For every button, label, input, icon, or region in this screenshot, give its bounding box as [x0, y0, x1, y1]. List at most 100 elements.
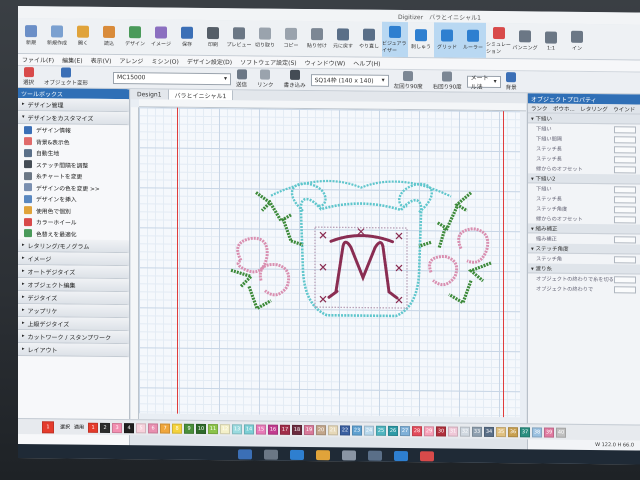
embroidery-design[interactable] — [131, 99, 526, 423]
color-swatch-17[interactable]: 17 — [280, 424, 291, 435]
link-button[interactable]: リンク — [257, 69, 274, 89]
send-button[interactable]: 送信 — [236, 69, 247, 88]
ribbon-button-4[interactable]: デザイン — [122, 19, 148, 54]
toolbox-section-8[interactable]: ▸ レイアウト — [18, 343, 129, 358]
color-swatch-11[interactable]: 11 — [208, 423, 219, 434]
menu-item-5[interactable]: デザイン設定(D) — [187, 57, 232, 66]
color-swatch-29[interactable]: 29 — [424, 425, 435, 436]
color-swatch-2[interactable]: 2 — [100, 422, 111, 433]
toolbox-section-top-1[interactable]: ▾ デザインをカスタマイズ — [18, 111, 129, 126]
file-explorer-icon[interactable] — [316, 450, 330, 461]
property-field[interactable] — [614, 165, 636, 173]
toolbox-section-7[interactable]: ▸ カットワーク / スタンプワーク — [18, 330, 129, 345]
property-field[interactable] — [614, 255, 636, 263]
color-swatch-1[interactable]: 1 — [88, 422, 99, 433]
store-icon[interactable] — [342, 450, 356, 461]
color-swatch-31[interactable]: 31 — [448, 426, 459, 437]
background-button[interactable]: 背景 — [506, 72, 517, 91]
color-swatch-30[interactable]: 30 — [436, 425, 447, 436]
ribbon-button-21[interactable]: イン — [564, 24, 590, 59]
toolbox-section-3[interactable]: ▸ オブジェクト編集 — [18, 278, 129, 293]
color-swatch-19[interactable]: 19 — [304, 424, 315, 435]
ribbon-button-2[interactable]: 開く — [70, 19, 96, 54]
toolbox-section-top-0[interactable]: ▸ デザイン管理 — [18, 98, 129, 113]
toolbox-section-5[interactable]: ▸ アップリケ — [18, 304, 129, 319]
hoop-select[interactable]: SQ14枠 (140 x 140) ▾ — [310, 73, 389, 87]
menu-item-3[interactable]: アレンジ — [119, 56, 143, 65]
selected-color-swatch[interactable]: 1 — [42, 420, 54, 433]
color-swatch-26[interactable]: 26 — [388, 425, 399, 436]
toolbox-section-2[interactable]: ▸ オートデジタイズ — [18, 265, 129, 280]
property-field[interactable] — [614, 195, 636, 203]
ribbon-button-10[interactable]: コピー — [278, 21, 304, 56]
toolbox-section-6[interactable]: ▸ 上級デジタイズ — [18, 317, 129, 332]
digitizer-app-icon[interactable] — [394, 450, 408, 462]
color-swatch-39[interactable]: 39 — [544, 427, 555, 438]
color-swatch-36[interactable]: 36 — [508, 426, 519, 437]
property-field[interactable] — [614, 205, 636, 213]
color-swatch-35[interactable]: 35 — [496, 426, 507, 437]
color-swatch-23[interactable]: 23 — [352, 424, 363, 436]
object-transform-button[interactable]: オブジェクト変形 — [44, 67, 88, 87]
color-swatch-21[interactable]: 21 — [328, 424, 339, 435]
color-swatch-9[interactable]: 9 — [184, 423, 195, 434]
ribbon-button-8[interactable]: プレビュー — [226, 20, 252, 55]
menu-item-6[interactable]: ソフトウェア設定(S) — [240, 57, 297, 67]
color-swatch-22[interactable]: 22 — [340, 424, 351, 435]
ribbon-button-7[interactable]: 印刷 — [200, 20, 226, 55]
property-field[interactable] — [614, 215, 636, 223]
color-swatch-25[interactable]: 25 — [376, 425, 387, 436]
ribbon-button-5[interactable]: イメージ — [148, 19, 174, 54]
ribbon-button-18[interactable]: シミュレーション — [486, 23, 512, 58]
property-field[interactable] — [614, 125, 636, 133]
color-swatch-16[interactable]: 16 — [268, 424, 279, 435]
design-canvas[interactable] — [131, 99, 526, 424]
color-swatch-4[interactable]: 4 — [124, 422, 135, 433]
property-field[interactable] — [614, 235, 636, 243]
color-swatch-8[interactable]: 8 — [172, 423, 183, 434]
ribbon-button-15[interactable]: 刺しゅう — [408, 22, 434, 57]
ribbon-button-16[interactable]: グリッド — [434, 22, 460, 58]
property-field[interactable] — [614, 145, 636, 153]
property-field[interactable] — [614, 285, 636, 293]
color-swatch-28[interactable]: 28 — [412, 425, 423, 436]
toolbox-section-4[interactable]: ▸ デジタイズ — [18, 291, 129, 306]
menu-item-7[interactable]: ウィンドウ(W) — [305, 58, 346, 67]
ribbon-button-0[interactable]: 新規 — [18, 18, 44, 53]
select-tool-button[interactable]: 選択 — [23, 67, 34, 86]
task-view-icon[interactable] — [264, 449, 278, 460]
color-swatch-6[interactable]: 6 — [148, 422, 159, 433]
color-swatch-15[interactable]: 15 — [256, 423, 267, 435]
property-field[interactable] — [614, 275, 636, 283]
property-field[interactable] — [614, 185, 636, 193]
unit-select[interactable]: メートル法 ▾ — [466, 74, 501, 90]
ribbon-button-1[interactable]: 新規作成 — [44, 18, 70, 53]
color-swatch-5[interactable]: 5 — [136, 422, 147, 433]
color-swatch-27[interactable]: 27 — [400, 425, 411, 436]
color-swatch-7[interactable]: 7 — [160, 422, 171, 434]
windows-start-icon[interactable] — [238, 449, 252, 460]
document-tab-1[interactable]: バラとイニシャル1 — [168, 89, 234, 101]
color-swatch-34[interactable]: 34 — [484, 426, 495, 437]
ribbon-button-12[interactable]: 元に戻す — [330, 21, 356, 56]
menu-item-4[interactable]: ミシン(O) — [151, 56, 178, 65]
ribbon-button-14[interactable]: ビジュアライザー — [382, 21, 408, 58]
write-button[interactable]: 書き込み — [284, 69, 306, 89]
color-swatch-40[interactable]: 40 — [556, 427, 567, 438]
toolbox-section-1[interactable]: ▸ イメージ — [18, 252, 129, 267]
color-swatch-24[interactable]: 24 — [364, 425, 375, 436]
edge-browser-icon[interactable] — [290, 449, 304, 460]
color-swatch-37[interactable]: 37 — [520, 426, 531, 437]
color-swatch-13[interactable]: 13 — [232, 423, 243, 434]
color-swatch-10[interactable]: 10 — [196, 423, 207, 434]
ribbon-button-11[interactable]: 貼り付け — [304, 21, 330, 56]
color-swatch-14[interactable]: 14 — [244, 423, 255, 434]
color-swatch-38[interactable]: 38 — [532, 426, 543, 437]
color-swatch-32[interactable]: 32 — [460, 426, 471, 437]
ribbon-button-13[interactable]: やり直し — [356, 22, 382, 57]
color-swatch-3[interactable]: 3 — [112, 422, 123, 433]
rotate-right-button[interactable]: 右回り90度 — [433, 71, 462, 91]
color-swatch-33[interactable]: 33 — [472, 426, 483, 437]
property-field[interactable] — [614, 135, 636, 143]
ribbon-button-17[interactable]: ルーラー — [460, 22, 486, 58]
